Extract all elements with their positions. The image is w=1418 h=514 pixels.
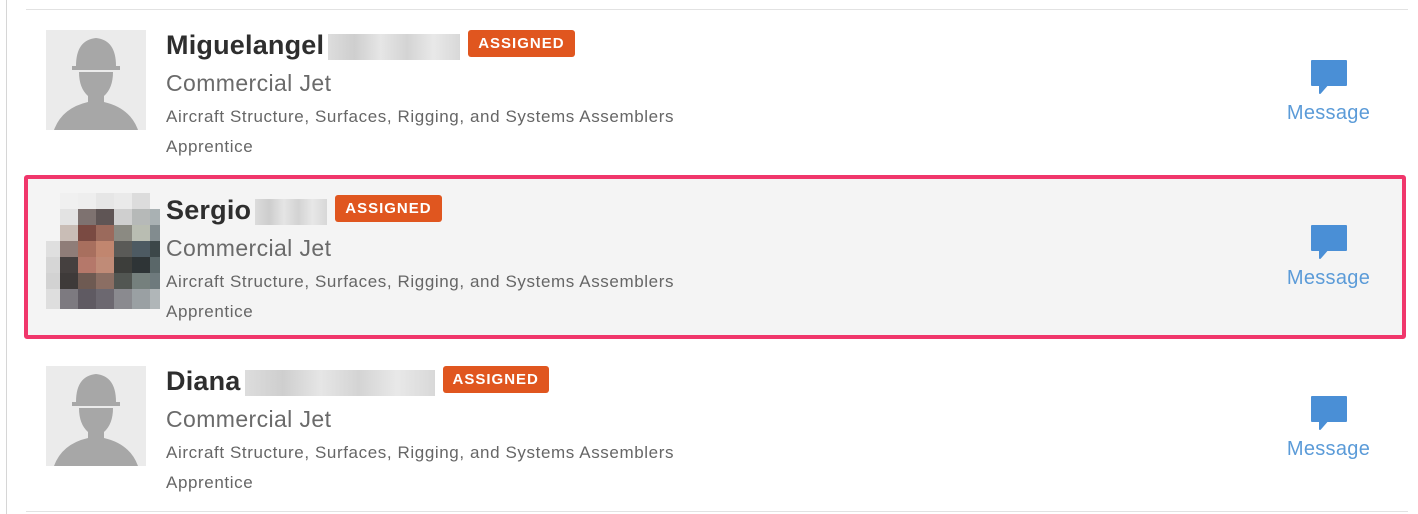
message-label: Message <box>1286 102 1371 124</box>
trade-label: Aircraft Structure, Surfaces, Rigging, a… <box>166 443 675 462</box>
message-button[interactable]: Message <box>1281 58 1376 125</box>
worker-name[interactable]: Diana ASSIGNED <box>166 366 549 397</box>
worker-card[interactable]: Miguelangel ASSIGNED Commercial Jet Aircr… <box>26 10 1406 174</box>
left-border <box>6 0 7 514</box>
message-label: Message <box>1286 267 1371 289</box>
speech-bubble-icon <box>1310 60 1347 94</box>
status-badge: ASSIGNED <box>468 30 575 58</box>
person-silhouette-icon <box>46 30 146 130</box>
level-label: Apprentice <box>166 137 254 156</box>
company-name: Commercial Jet <box>166 70 332 96</box>
person-silhouette-icon <box>46 366 146 466</box>
redacted-surname <box>328 33 461 60</box>
divider <box>26 511 1408 512</box>
worker-first-name: Diana <box>166 366 241 396</box>
worker-name[interactable]: Miguelangel ASSIGNED <box>166 30 575 61</box>
worker-card[interactable]: Diana ASSIGNED Commercial Jet Aircraft St… <box>26 346 1406 510</box>
worker-card-highlighted[interactable]: Sergio ASSIGNED Commercial Jet Aircraft S… <box>24 175 1406 339</box>
level-label: Apprentice <box>166 473 254 492</box>
trade-label: Aircraft Structure, Surfaces, Rigging, a… <box>166 107 675 126</box>
redacted-surname <box>255 198 328 225</box>
company-name: Commercial Jet <box>166 235 332 261</box>
message-button[interactable]: Message <box>1281 223 1376 290</box>
avatar <box>46 30 146 130</box>
avatar <box>46 193 160 309</box>
message-button[interactable]: Message <box>1281 394 1376 461</box>
pixelated-photo <box>46 193 160 309</box>
speech-bubble-icon <box>1310 225 1347 259</box>
avatar <box>46 366 146 466</box>
redacted-surname <box>244 369 435 396</box>
level-label: Apprentice <box>166 302 254 321</box>
status-badge: ASSIGNED <box>335 195 442 223</box>
trade-label: Aircraft Structure, Surfaces, Rigging, a… <box>166 272 675 291</box>
speech-bubble-icon <box>1310 396 1347 430</box>
worker-first-name: Miguelangel <box>166 30 325 60</box>
worker-name[interactable]: Sergio ASSIGNED <box>166 195 442 226</box>
company-name: Commercial Jet <box>166 406 332 432</box>
message-label: Message <box>1286 438 1371 460</box>
worker-first-name: Sergio <box>166 195 252 225</box>
status-badge: ASSIGNED <box>442 366 549 394</box>
